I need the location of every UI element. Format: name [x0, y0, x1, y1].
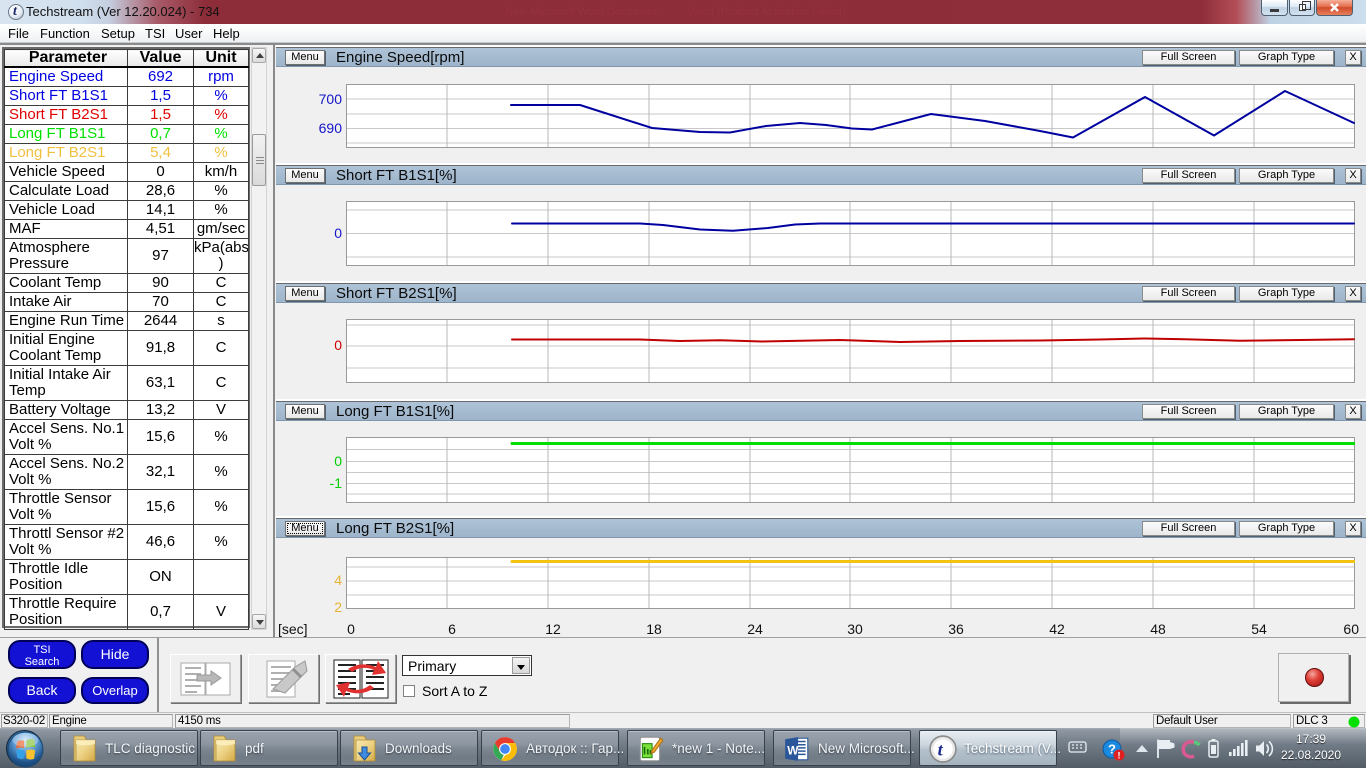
svg-text:!: ! — [1118, 751, 1121, 761]
svg-text:W: W — [787, 743, 799, 757]
svg-text:t: t — [938, 739, 944, 759]
